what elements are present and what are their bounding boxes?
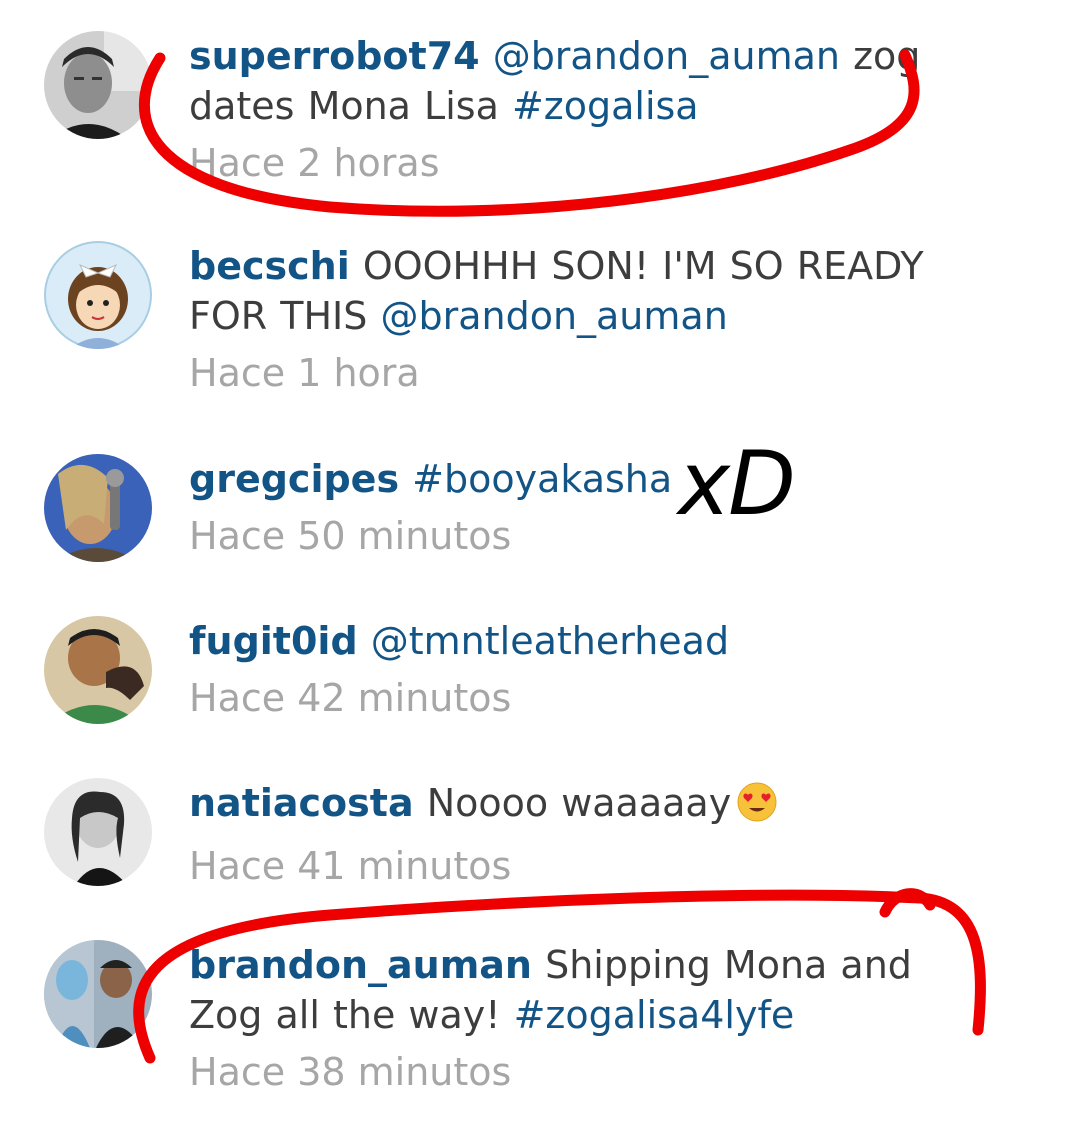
mention-link[interactable]: @brandon_auman (380, 294, 727, 338)
avatar[interactable] (44, 31, 152, 139)
heart-eyes-emoji-icon (737, 782, 777, 834)
username-link[interactable]: gregcipes (189, 457, 399, 501)
username-link[interactable]: superrobot74 (189, 34, 480, 78)
comment-body: Noooo waaaaay (426, 781, 732, 825)
timestamp: Hace 1 hora (189, 351, 420, 395)
avatar[interactable] (44, 940, 152, 1048)
comment-text: natiacosta Noooo waaaaay (189, 778, 949, 834)
timestamp: Hace 42 minutos (189, 676, 512, 720)
timestamp: Hace 41 minutos (189, 844, 512, 888)
username-link[interactable]: natiacosta (189, 781, 414, 825)
hashtag-link[interactable]: #zogalisa (512, 84, 699, 128)
username-link[interactable]: brandon_auman (189, 943, 532, 987)
avatar[interactable] (44, 241, 152, 349)
hashtag-link[interactable]: #booyakasha (412, 457, 672, 501)
avatar[interactable] (44, 616, 152, 724)
comment-text: brandon_auman Shipping Mona and Zog all … (189, 940, 949, 1040)
comment-text: superrobot74 @brandon_auman zog dates Mo… (189, 31, 949, 131)
handwritten-xd-annotation: xD (678, 432, 796, 535)
hashtag-link[interactable]: #zogalisa4lyfe (514, 993, 795, 1037)
mention-link[interactable]: @brandon_auman (493, 34, 840, 78)
timestamp: Hace 38 minutos (189, 1050, 512, 1094)
timestamp: Hace 2 horas (189, 141, 440, 185)
mention-link[interactable]: @tmntleatherhead (371, 619, 729, 663)
timestamp: Hace 50 minutos (189, 514, 512, 558)
avatar[interactable] (44, 454, 152, 562)
avatar[interactable] (44, 778, 152, 886)
username-link[interactable]: fugit0id (189, 619, 358, 663)
username-link[interactable]: becschi (189, 244, 350, 288)
comment-text: becschi OOOHHH SON! I'M SO READY FOR THI… (189, 241, 949, 341)
comment-text: gregcipes #booyakasha (189, 454, 949, 504)
red-hook-stroke (879, 888, 936, 918)
comment-text: fugit0id @tmntleatherhead (189, 616, 949, 666)
